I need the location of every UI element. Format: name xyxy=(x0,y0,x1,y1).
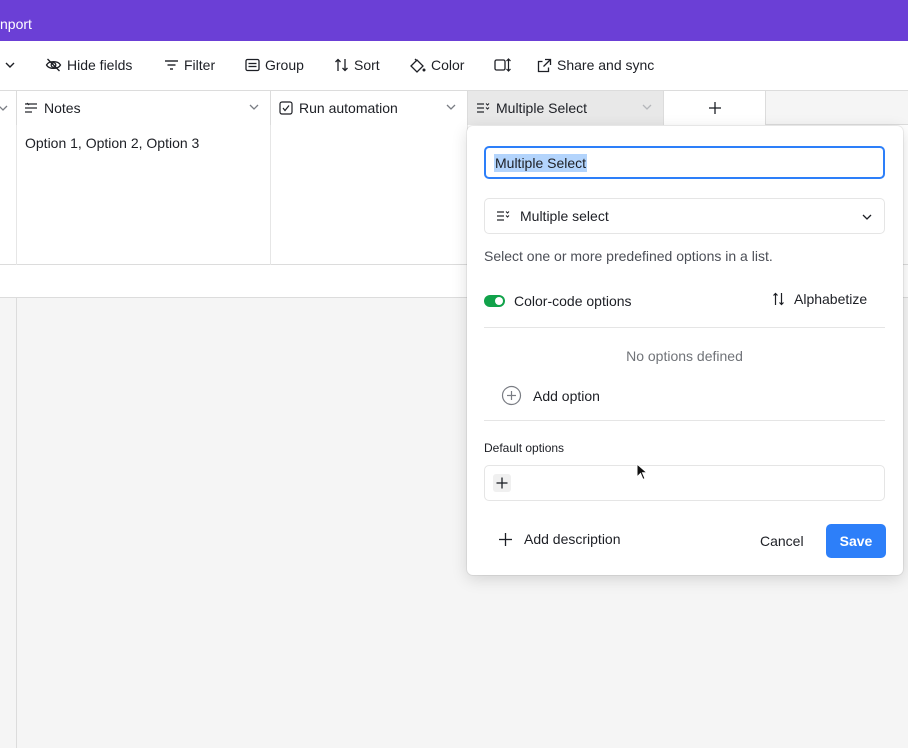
add-option-label: Add option xyxy=(533,387,600,404)
sort-icon xyxy=(335,58,348,72)
share-label: Share and sync xyxy=(557,57,655,73)
save-button[interactable]: Save xyxy=(826,524,886,558)
plus-icon xyxy=(496,477,508,489)
view-toolbar: Hide fields Filter Group Sort Color Shar… xyxy=(0,41,908,90)
share-and-sync-button[interactable]: Share and sync xyxy=(537,56,654,74)
plus-icon xyxy=(499,532,512,546)
column-header-notes[interactable]: Notes xyxy=(17,91,271,125)
add-default-option-button[interactable] xyxy=(493,474,511,492)
sort-button[interactable]: Sort xyxy=(334,56,380,74)
alphabetize-button[interactable]: Alphabetize xyxy=(772,291,867,307)
filter-label: Filter xyxy=(184,57,216,73)
chevron-down-icon[interactable] xyxy=(445,101,457,113)
column-label-multiple-select: Multiple Select xyxy=(496,100,588,116)
app-header: nport xyxy=(0,0,908,41)
multiple-select-icon xyxy=(477,103,490,113)
color-label: Color xyxy=(431,57,465,73)
view-menu-chevron-icon[interactable] xyxy=(4,56,21,74)
plus-circle-icon xyxy=(501,385,522,406)
filter-icon xyxy=(165,60,178,70)
sort-icon xyxy=(773,292,784,306)
column-header-run-automation[interactable]: Run automation xyxy=(271,91,468,125)
eye-slash-icon xyxy=(45,58,62,72)
add-description-button[interactable]: Add description xyxy=(498,531,621,547)
column-label-run-automation: Run automation xyxy=(299,100,398,116)
divider xyxy=(484,327,885,328)
color-code-toggle[interactable] xyxy=(484,295,505,307)
notes-cell[interactable]: Option 1, Option 2, Option 3 xyxy=(17,125,271,265)
field-type-dropdown[interactable]: Multiple select xyxy=(484,198,885,234)
column-header-multiple-select[interactable]: Multiple Select xyxy=(468,91,664,125)
chevron-down-icon xyxy=(0,105,8,111)
header-title: nport xyxy=(0,16,32,32)
color-code-label: Color-code options xyxy=(514,293,632,309)
add-description-label: Add description xyxy=(524,531,621,547)
toggle-knob xyxy=(495,297,503,305)
row-gutter-cell[interactable] xyxy=(0,125,17,265)
chevron-down-icon xyxy=(862,214,872,220)
column-header-row: Notes Run automation Multiple Select xyxy=(0,90,908,125)
run-automation-cell[interactable] xyxy=(271,125,468,265)
chevron-down-icon[interactable] xyxy=(641,101,653,113)
cancel-button[interactable]: Cancel xyxy=(750,524,814,558)
group-button[interactable]: Group xyxy=(245,56,304,74)
color-button[interactable]: Color xyxy=(409,56,464,74)
row-height-icon xyxy=(494,58,511,72)
field-name-input[interactable] xyxy=(484,146,885,179)
no-options-message: No options defined xyxy=(626,348,743,364)
divider xyxy=(484,420,885,421)
column-label-notes: Notes xyxy=(44,100,81,116)
field-type-description: Select one or more predefined options in… xyxy=(484,248,773,264)
group-label: Group xyxy=(265,57,304,73)
group-icon xyxy=(245,58,260,72)
field-config-popover: Multiple Select Multiple select Select o… xyxy=(467,126,903,575)
share-icon xyxy=(537,58,552,72)
row-height-button[interactable] xyxy=(494,56,516,74)
add-field-button[interactable] xyxy=(664,91,766,125)
plus-icon xyxy=(708,102,721,114)
filter-button[interactable]: Filter xyxy=(164,56,215,74)
paint-bucket-icon xyxy=(410,58,426,73)
checkbox-icon xyxy=(279,101,293,115)
chevron-down-icon[interactable] xyxy=(248,101,260,113)
hide-fields-button[interactable]: Hide fields xyxy=(45,56,132,74)
grid-left-gutter xyxy=(0,298,17,748)
notes-icon xyxy=(25,102,37,113)
default-options-field[interactable] xyxy=(484,465,885,501)
alphabetize-label: Alphabetize xyxy=(794,291,868,307)
add-option-button[interactable]: Add option xyxy=(501,385,600,406)
default-options-label: Default options xyxy=(484,441,565,455)
sort-label: Sort xyxy=(354,57,380,73)
hide-fields-label: Hide fields xyxy=(67,57,133,73)
column-header-previous[interactable] xyxy=(0,91,17,125)
multiple-select-icon xyxy=(497,211,510,221)
field-type-label: Multiple select xyxy=(520,208,609,224)
notes-cell-value: Option 1, Option 2, Option 3 xyxy=(25,135,200,151)
